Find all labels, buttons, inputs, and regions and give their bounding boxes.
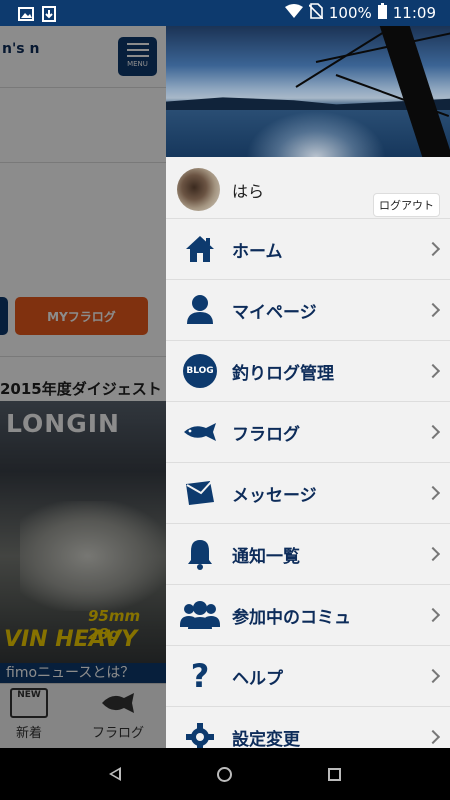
menu-item-label: 通知一覧 bbox=[232, 546, 300, 567]
clock: 11:09 bbox=[392, 4, 436, 22]
drawer-header-image bbox=[166, 26, 450, 157]
bell-icon bbox=[180, 537, 220, 571]
blog-icon-text: BLOG bbox=[183, 354, 217, 388]
menu-item-label: メッセージ bbox=[232, 485, 317, 506]
battery-percent: 100% bbox=[328, 4, 372, 22]
help-icon-glyph: ? bbox=[190, 657, 210, 695]
menu-item-messages[interactable]: メッセージ bbox=[166, 463, 450, 524]
help-icon: ? bbox=[180, 657, 220, 695]
blog-icon: BLOG bbox=[180, 354, 220, 388]
group-icon bbox=[180, 598, 220, 632]
menu-item-help[interactable]: ? ヘルプ bbox=[166, 646, 450, 707]
logout-button[interactable]: ログアウト bbox=[373, 193, 440, 217]
download-icon bbox=[42, 6, 58, 22]
fish-icon bbox=[180, 415, 220, 449]
person-icon bbox=[180, 293, 220, 327]
menu-item-mypage[interactable]: マイページ bbox=[166, 280, 450, 341]
system-nav-bar bbox=[0, 748, 450, 800]
menu-item-fralog[interactable]: フラログ bbox=[166, 402, 450, 463]
menu-item-label: フラログ bbox=[232, 424, 300, 445]
chevron-right-icon bbox=[425, 302, 441, 318]
chevron-right-icon bbox=[425, 241, 441, 257]
user-profile: はら ログアウト bbox=[166, 157, 450, 219]
user-name: はら bbox=[232, 182, 265, 201]
chevron-right-icon bbox=[425, 607, 441, 623]
menu-item-fishing-log[interactable]: BLOG 釣りログ管理 bbox=[166, 341, 450, 402]
hero-wake bbox=[246, 111, 386, 157]
home-circle-icon[interactable] bbox=[217, 766, 232, 782]
navigation-drawer: はら ログアウト ホーム マイページ BLOG 釣りログ管理 フラログ メッセー… bbox=[166, 26, 450, 748]
back-icon[interactable] bbox=[109, 767, 121, 781]
chevron-right-icon bbox=[425, 485, 441, 501]
home-icon bbox=[180, 232, 220, 266]
hero-mast bbox=[379, 26, 450, 157]
menu-item-label: 参加中のコミュ bbox=[232, 607, 351, 628]
no-sim-icon bbox=[308, 3, 324, 23]
chevron-right-icon bbox=[425, 546, 441, 562]
menu-item-notifications[interactable]: 通知一覧 bbox=[166, 524, 450, 585]
wifi-icon bbox=[284, 4, 303, 22]
drawer-scrim[interactable] bbox=[0, 26, 166, 748]
screen: 100% 11:09 n's n MENU MYフラログ 2015年度ダイジェス… bbox=[0, 0, 450, 800]
chevron-right-icon bbox=[425, 668, 441, 684]
menu-item-label: マイページ bbox=[232, 302, 317, 323]
menu-item-communities[interactable]: 参加中のコミュ bbox=[166, 585, 450, 646]
battery-icon bbox=[377, 3, 387, 23]
status-bar: 100% 11:09 bbox=[0, 0, 450, 26]
menu-item-label: 釣りログ管理 bbox=[232, 363, 334, 384]
chevron-right-icon bbox=[425, 424, 441, 440]
image-icon bbox=[18, 6, 34, 21]
menu-item-label: ヘルプ bbox=[232, 668, 283, 689]
chevron-right-icon bbox=[425, 729, 441, 745]
recents-icon[interactable] bbox=[328, 767, 341, 781]
menu-item-settings[interactable]: 設定変更 bbox=[166, 707, 450, 748]
menu-item-home[interactable]: ホーム bbox=[166, 219, 450, 280]
menu-item-label: 設定変更 bbox=[232, 729, 300, 749]
envelope-icon bbox=[180, 476, 220, 510]
menu-item-label: ホーム bbox=[232, 241, 283, 262]
avatar[interactable] bbox=[177, 168, 220, 211]
gear-icon bbox=[180, 720, 220, 748]
chevron-right-icon bbox=[425, 363, 441, 379]
